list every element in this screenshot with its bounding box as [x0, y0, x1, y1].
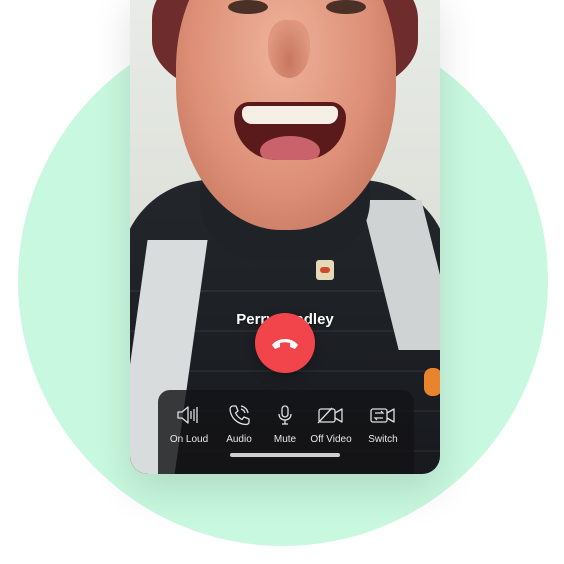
microphone-icon: [278, 405, 292, 425]
switch-camera-button[interactable]: Switch: [358, 404, 408, 445]
call-screen-illustration: Perry Bradley On Loud Audio Mute Off Vid…: [0, 0, 564, 564]
camera-switch-icon: [370, 408, 395, 423]
video-off-icon: [317, 407, 343, 424]
video-off-button[interactable]: Off Video: [306, 404, 356, 445]
jacket-badge: [316, 260, 334, 280]
video-off-label: Off Video: [310, 434, 352, 445]
phone-frame: Perry Bradley On Loud Audio Mute Off Vid…: [130, 0, 440, 474]
phone-icon: [229, 405, 250, 426]
zipper-pull: [424, 368, 440, 396]
call-controls-bar: On Loud Audio Mute Off Video Switch: [158, 390, 414, 474]
audio-label: Audio: [226, 434, 252, 445]
hang-up-icon: [272, 339, 298, 349]
speaker-button[interactable]: On Loud: [164, 404, 214, 445]
switch-label: Switch: [368, 434, 398, 445]
audio-button[interactable]: Audio: [214, 404, 264, 445]
mute-button[interactable]: Mute: [260, 404, 310, 445]
speaker-icon: [177, 406, 198, 424]
home-indicator[interactable]: [230, 453, 340, 457]
speaker-label: On Loud: [169, 434, 209, 445]
mute-label: Mute: [273, 434, 297, 445]
end-call-button[interactable]: [255, 313, 315, 373]
